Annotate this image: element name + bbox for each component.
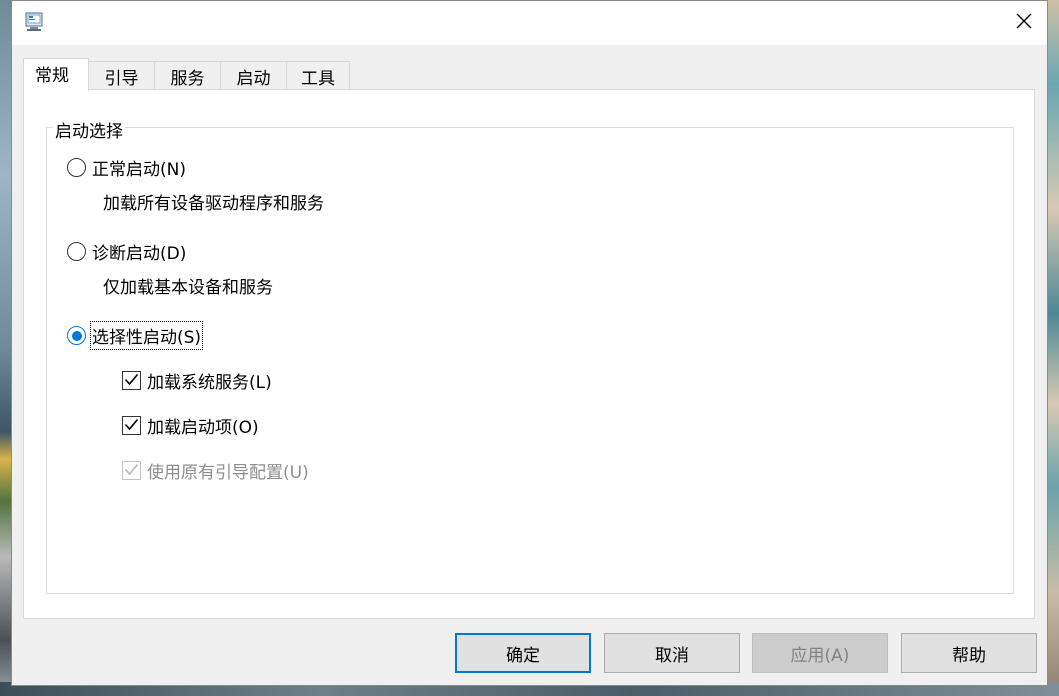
- checkbox-box-disabled: [122, 461, 141, 480]
- close-button[interactable]: [1001, 1, 1047, 45]
- help-button-label: 帮助: [952, 645, 986, 666]
- tab-boot-label: 引导: [104, 68, 139, 89]
- title-bar: [12, 1, 1047, 45]
- checkmark-icon: [124, 371, 139, 391]
- tab-general[interactable]: 常规: [23, 58, 89, 91]
- checkbox-box[interactable]: [122, 371, 141, 390]
- tab-services[interactable]: 服务: [154, 61, 221, 90]
- selective-startup-radio[interactable]: 选择性启动(S): [67, 321, 204, 350]
- tab-startup[interactable]: 启动: [220, 61, 287, 90]
- radio-circle[interactable]: [67, 158, 86, 177]
- desktop-background-right: [1047, 0, 1059, 696]
- group-legend: 启动选择: [53, 117, 125, 142]
- normal-startup-radio[interactable]: 正常启动(N): [67, 155, 186, 180]
- system-configuration-window: 常规 引导 服务 启动 工具 启动选择 正常启动(N) 加载所有设备驱动程序和服…: [11, 0, 1048, 686]
- tab-tools-label: 工具: [301, 68, 335, 89]
- startup-selection-group: 启动选择 正常启动(N) 加载所有设备驱动程序和服务 诊断启动(D) 仅加载基本…: [46, 117, 1014, 594]
- ok-button-label: 确定: [506, 645, 540, 666]
- checkmark-icon: [124, 416, 139, 436]
- tab-startup-label: 启动: [236, 68, 271, 89]
- load-system-services-checkbox[interactable]: 加载系统服务(L): [122, 368, 272, 393]
- tab-services-label: 服务: [170, 68, 205, 89]
- ok-button[interactable]: 确定: [455, 633, 591, 673]
- use-original-boot-config-checkbox: 使用原有引导配置(U): [122, 458, 309, 483]
- radio-dot: [71, 330, 82, 341]
- apply-button: 应用(A): [752, 633, 888, 673]
- apply-button-label: 应用(A): [790, 645, 850, 666]
- diagnostic-startup-radio[interactable]: 诊断启动(D): [67, 239, 186, 264]
- normal-startup-description: 加载所有设备驱动程序和服务: [103, 194, 324, 214]
- tab-strip: 常规 引导 服务 启动 工具: [23, 58, 350, 91]
- tab-general-label: 常规: [35, 65, 69, 86]
- use-original-boot-config-label: 使用原有引导配置(U): [147, 463, 309, 483]
- radio-circle-selected[interactable]: [67, 326, 86, 345]
- load-startup-items-label: 加载启动项(O): [147, 418, 259, 438]
- system-config-icon: [24, 12, 46, 32]
- tab-boot[interactable]: 引导: [88, 61, 155, 90]
- load-system-services-label: 加载系统服务(L): [147, 373, 272, 393]
- checkmark-icon: [124, 461, 139, 481]
- load-startup-items-checkbox[interactable]: 加载启动项(O): [122, 413, 259, 438]
- radio-circle[interactable]: [67, 242, 86, 261]
- close-icon: [1016, 13, 1032, 33]
- selective-startup-label: 选择性启动(S): [89, 321, 204, 350]
- general-tab-panel: 启动选择 正常启动(N) 加载所有设备驱动程序和服务 诊断启动(D) 仅加载基本…: [23, 89, 1035, 619]
- diagnostic-startup-label: 诊断启动(D): [92, 244, 187, 264]
- normal-startup-label: 正常启动(N): [92, 160, 186, 180]
- tab-tools[interactable]: 工具: [286, 61, 350, 90]
- diagnostic-startup-description: 仅加载基本设备和服务: [103, 278, 273, 298]
- checkbox-box[interactable]: [122, 416, 141, 435]
- help-button[interactable]: 帮助: [901, 633, 1037, 673]
- cancel-button-label: 取消: [655, 645, 689, 666]
- cancel-button[interactable]: 取消: [604, 633, 740, 673]
